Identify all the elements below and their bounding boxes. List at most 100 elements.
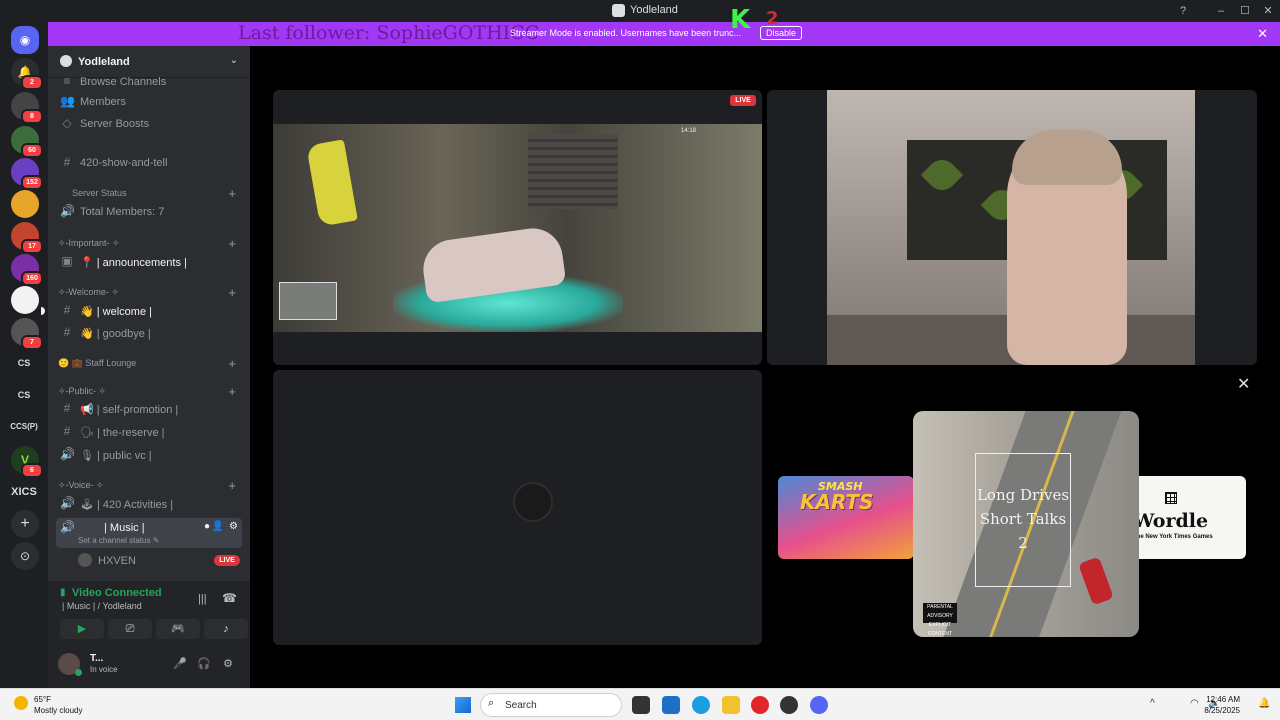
avatar <box>78 553 92 567</box>
invite-icon[interactable]: 👤 <box>212 521 224 532</box>
channel-the-reserve[interactable]: # 🗣 | the-reserve | <box>56 422 242 442</box>
weather-widget[interactable]: 65°F Mostly cloudy <box>34 694 82 716</box>
microphone-icon[interactable]: 🎤 <box>172 657 188 670</box>
add-channel-icon[interactable]: + <box>228 478 236 493</box>
channel-total-members[interactable]: 🔊 Total Members: 7 <box>56 202 242 222</box>
close-icon[interactable]: ✕ <box>1257 26 1268 42</box>
channel-announcements[interactable]: ▣ 📍 | announcements | <box>56 252 242 272</box>
hash-icon: # <box>63 155 71 169</box>
category-staff-lounge[interactable]: 🙂 💼 Staff Lounge + <box>58 356 242 372</box>
noise-suppression-icon[interactable]: ||| <box>198 593 207 605</box>
online-dot <box>75 669 82 676</box>
server-boosts[interactable]: ◇ Server Boosts <box>56 114 242 134</box>
voice-location[interactable]: | Music | / Yodleland <box>62 601 142 611</box>
add-channel-icon[interactable]: + <box>228 384 236 399</box>
channel-420-show-and-tell[interactable]: #420-show-and-tell <box>56 153 242 173</box>
channel-420-activities[interactable]: 🔊 🕹 | 420 Activities | <box>56 494 242 514</box>
channel-music[interactable]: 🔊 | Music | Set a channel status ✎ ● 👤 ⚙ <box>56 518 242 548</box>
participant-tile[interactable] <box>273 370 762 645</box>
members[interactable]: 👥 Members <box>56 92 242 112</box>
close-icon[interactable]: ✕ <box>1237 374 1250 394</box>
category-label: 🙂 💼 Staff Lounge <box>58 358 137 368</box>
boost-icon: ◇ <box>62 116 72 130</box>
server-icon[interactable]: 152 <box>11 158 43 190</box>
category-voice[interactable]: ✧-Voice- ✧ + <box>58 478 242 494</box>
activity-album-cover[interactable]: Long Drives Short Talks 2 PARENTAL ADVIS… <box>913 411 1139 637</box>
soundboard-button[interactable]: ♪ <box>204 619 248 639</box>
start-button[interactable] <box>455 697 471 713</box>
help-icon[interactable]: ? <box>1175 3 1191 19</box>
parental-advisory-label: PARENTAL ADVISORY EXPLICIT CONTENT <box>923 603 957 637</box>
app-icon[interactable] <box>780 696 798 714</box>
live-badge: LIVE <box>730 95 756 106</box>
chevron-up-icon[interactable]: ^ <box>1150 698 1155 709</box>
server-icon-cs[interactable]: CS <box>4 390 44 400</box>
category-welcome[interactable]: ✧-Welcome- ✧ + <box>58 285 242 301</box>
chat-icon[interactable]: ● <box>204 521 210 532</box>
channel-welcome[interactable]: # 👋 | welcome | <box>56 301 242 321</box>
app-icon[interactable] <box>662 696 680 714</box>
server-icon[interactable]: 60 <box>11 126 43 158</box>
server-icon[interactable] <box>11 286 39 314</box>
camera-button[interactable]: ▶ <box>60 619 104 639</box>
minimap <box>279 282 337 320</box>
server-icon-cs[interactable]: CS <box>4 358 44 368</box>
file-explorer-icon[interactable] <box>722 696 740 714</box>
add-channel-icon[interactable]: + <box>228 356 236 371</box>
add-channel-icon[interactable]: + <box>228 236 236 251</box>
last-follower-overlay: Last follower: SophieGOTHICC <box>238 22 540 44</box>
activity-wordle[interactable]: Wordle The New York Times Games <box>1133 476 1246 559</box>
server-icon-xics[interactable]: XICS <box>4 486 44 498</box>
disconnect-icon[interactable]: ☎ <box>222 591 237 605</box>
gear-icon[interactable]: ⚙ <box>229 521 238 532</box>
voice-member[interactable]: HXVEN LIVE <box>56 551 242 571</box>
close-window-button[interactable]: ✕ <box>1260 3 1276 19</box>
screenshare-button[interactable]: ⎚ <box>108 619 152 639</box>
add-channel-icon[interactable]: + <box>228 186 236 201</box>
gear-icon[interactable]: ⚙ <box>220 657 236 670</box>
server-icon[interactable]: 8 <box>11 92 43 124</box>
task-view-icon[interactable] <box>632 696 650 714</box>
add-server-icon[interactable]: + <box>11 510 39 538</box>
channel-public-vc[interactable]: 🔊 🎙 | public vc | <box>56 445 242 465</box>
webcam-tile[interactable] <box>767 90 1257 365</box>
server-icon-ccsp[interactable]: CCS(P) <box>4 422 44 431</box>
username[interactable]: T... <box>90 653 103 664</box>
server-icon[interactable]: 7 <box>11 318 43 350</box>
server-icon[interactable] <box>11 190 39 218</box>
category-important[interactable]: ✧-Important- ✧ + <box>58 236 242 252</box>
title-bar: Yodleland ? – ☐ ✕ <box>0 0 1280 22</box>
voice-status[interactable]: Video Connected <box>72 587 162 599</box>
activities-button[interactable]: 🎮 <box>156 619 200 639</box>
taskbar-search[interactable]: ⌕ Search <box>480 693 622 717</box>
notifications-icon[interactable]: 🔔 2 <box>11 58 43 90</box>
channel-status[interactable]: Set a channel status ✎ <box>78 536 159 545</box>
channel-self-promotion[interactable]: # 📢 | self-promotion | <box>56 399 242 419</box>
search-icon: ⌕ <box>488 697 495 709</box>
notification-icon[interactable]: 🔔 <box>1258 698 1270 709</box>
category-label: ✧-Voice- ✧ <box>58 480 104 490</box>
server-icon[interactable]: V6 <box>11 446 43 478</box>
network-icon[interactable]: ◠ <box>1190 698 1199 709</box>
stream-tile[interactable]: 14:18 LIVE <box>273 90 762 365</box>
discord-icon[interactable] <box>810 696 828 714</box>
garage-door <box>528 134 618 209</box>
clock[interactable]: 12:46 AM 8/25/2025 <box>1204 694 1240 716</box>
discover-icon[interactable]: ⊙ <box>11 542 39 570</box>
headphones-icon[interactable]: 🎧 <box>196 657 212 670</box>
server-icon[interactable]: 160 <box>11 254 43 286</box>
category-server-status[interactable]: Server Status + <box>58 186 242 202</box>
activity-smash-karts[interactable]: SMASH KARTS <box>778 476 914 559</box>
discord-home-icon[interactable]: ◉ <box>11 26 39 54</box>
speaker-icon: 🔊 <box>60 496 75 510</box>
edge-icon[interactable] <box>692 696 710 714</box>
channel-goodbye[interactable]: # 👋 | goodbye | <box>56 323 242 343</box>
opera-icon[interactable] <box>751 696 769 714</box>
browse-channels[interactable]: ≡ Browse Channels <box>56 72 242 92</box>
server-icon[interactable]: 17 <box>11 222 43 254</box>
weather-icon[interactable] <box>14 696 28 710</box>
minimize-button[interactable]: – <box>1213 3 1229 19</box>
maximize-button[interactable]: ☐ <box>1237 3 1253 19</box>
category-public[interactable]: ✧-Public- ✧ + <box>58 384 242 400</box>
add-channel-icon[interactable]: + <box>228 285 236 300</box>
